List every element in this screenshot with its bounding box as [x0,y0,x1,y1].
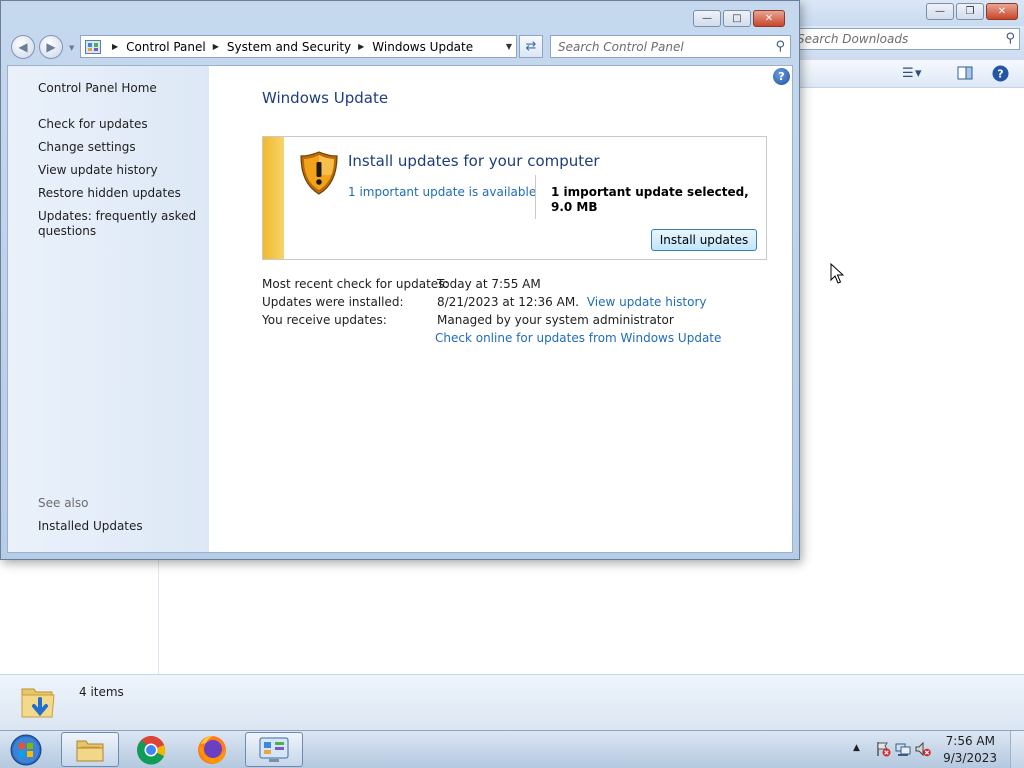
minimize-icon[interactable]: — [926,3,954,20]
downloads-search-placeholder: Search Downloads [797,32,909,46]
search-icon[interactable]: ⚲ [1005,31,1015,46]
search-icon[interactable]: ⚲ [775,39,785,54]
firefox-icon [198,735,226,764]
sidebar-item-restore-hidden-updates[interactable]: Restore hidden updates [38,186,203,201]
control-panel-window: — □ ✕ ◀ ▶ ▼ ▶ Control Panel ▶ System and… [0,0,800,560]
window-title-bar[interactable]: — □ ✕ [1,1,799,31]
refresh-button[interactable]: ⇄ [519,35,543,58]
folder-icon [76,740,104,761]
navigation-bar: ◀ ▶ ▼ ▶ Control Panel ▶ System and Secur… [1,32,799,62]
action-center-warning-icon[interactable] [875,741,891,757]
preview-pane-icon[interactable] [957,64,973,82]
control-panel-icon [259,737,289,762]
control-panel-search-input[interactable]: Search Control Panel ⚲ [550,35,791,58]
install-updates-button[interactable]: Install updates [651,229,757,251]
view-update-history-link[interactable]: View update history [587,295,707,309]
task-pane: Control Panel Home Check for updates Cha… [8,66,209,552]
address-dropdown-icon[interactable]: ▼ [506,42,512,51]
help-icon[interactable]: ? [773,68,790,85]
chrome-icon [137,735,166,765]
update-headline: Install updates for your computer [348,152,600,170]
downloads-folder-icon [21,688,55,718]
show-desktop-button[interactable] [1010,731,1024,768]
breadcrumb-separator-icon[interactable]: ▶ [213,42,219,51]
sidebar-item-view-update-history[interactable]: View update history [38,163,203,178]
details-pane: 4 items [0,674,1024,730]
update-status-panel: Install updates for your computer 1 impo… [262,136,767,260]
receive-updates-value: Managed by your system administrator [437,313,674,327]
main-content: ? Windows Update Install updates for you… [209,66,792,552]
check-online-link[interactable]: Check online for updates from Windows Up… [435,331,721,345]
notification-area: ▲ 7:56 AM 9/3/2023 [839,731,1024,768]
view-options-icon[interactable]: ☰ ▾ [902,64,921,82]
downloads-search-input[interactable]: Search Downloads ⚲ [790,28,1020,50]
back-arrow-icon[interactable]: ◀ [11,35,35,59]
update-selected-summary: 1 important update selected, 9.0 MB [551,185,749,214]
installed-value: 8/21/2023 at 12:36 AM. [437,295,579,309]
installed-value-row: 8/21/2023 at 12:36 AM. View update histo… [437,295,707,309]
clock-date[interactable]: 9/3/2023 [943,751,997,765]
mouse-pointer-icon [830,263,844,284]
start-button[interactable] [6,733,46,767]
breadcrumb-system-and-security[interactable]: System and Security [227,40,351,54]
maximize-icon[interactable]: □ [723,10,751,27]
volume-muted-icon[interactable] [915,741,931,757]
page-title: Windows Update [262,89,389,107]
breadcrumb-control-panel[interactable]: Control Panel [126,40,206,54]
taskbar-file-explorer[interactable] [61,732,119,767]
recent-pages-chevron-icon[interactable]: ▼ [69,44,74,52]
sidebar-item-updates-faq[interactable]: Updates: frequently asked questions [38,209,203,239]
status-color-stripe [263,137,284,259]
network-icon[interactable] [895,741,911,757]
forward-arrow-icon[interactable]: ▶ [39,35,63,59]
breadcrumb-separator-icon[interactable]: ▶ [358,42,364,51]
taskbar-chrome[interactable] [122,732,180,767]
important-update-link[interactable]: 1 important update is available [348,185,536,199]
taskbar: ▲ 7:56 AM 9/3/2023 [0,730,1024,768]
close-icon[interactable]: ✕ [986,3,1018,20]
show-hidden-icons-chevron-icon[interactable]: ▲ [853,743,860,753]
see-also-heading: See also [38,496,89,510]
installed-label: Updates were installed: [262,295,404,309]
taskbar-control-panel[interactable] [245,732,303,767]
receive-updates-label: You receive updates: [262,313,387,327]
minimize-icon[interactable]: — [693,10,721,27]
item-count: 4 items [79,685,124,699]
sidebar-item-change-settings[interactable]: Change settings [38,140,203,155]
taskbar-firefox[interactable] [183,732,241,767]
last-check-value: Today at 7:55 AM [437,277,541,291]
control-panel-icon [85,39,101,54]
divider [535,175,536,219]
svg-text:?: ? [997,67,1003,80]
warning-shield-icon [300,151,338,195]
last-check-label: Most recent check for updates: [262,277,449,291]
restore-icon[interactable]: ❐ [956,3,984,20]
search-placeholder: Search Control Panel [558,40,684,54]
sidebar-item-control-panel-home[interactable]: Control Panel Home [38,81,203,96]
breadcrumb-separator-icon[interactable]: ▶ [112,42,118,51]
windows-logo-icon [10,734,42,766]
help-icon[interactable]: ? [992,64,1009,82]
clock-time[interactable]: 7:56 AM [946,734,995,748]
refresh-icon: ⇄ [525,39,537,54]
navigation-pane-divider [158,558,159,674]
sidebar-item-check-for-updates[interactable]: Check for updates [38,117,203,132]
window-content: Control Panel Home Check for updates Cha… [7,65,793,553]
sidebar-item-installed-updates[interactable]: Installed Updates [38,519,203,534]
breadcrumb-windows-update[interactable]: Windows Update [372,40,473,54]
close-icon[interactable]: ✕ [753,10,785,27]
address-bar[interactable]: ▶ Control Panel ▶ System and Security ▶ … [80,35,517,58]
